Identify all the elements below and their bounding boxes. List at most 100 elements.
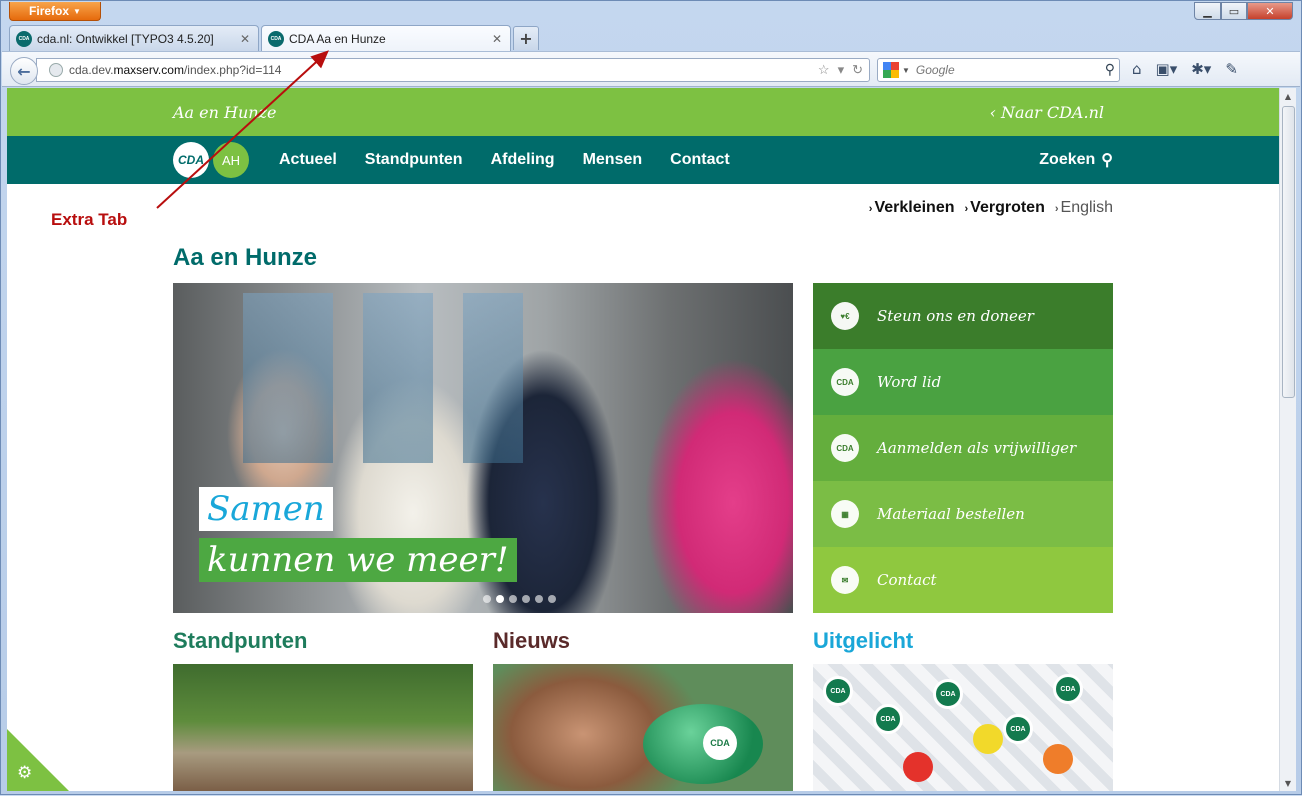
navigation-toolbar: cda.dev. maxserv.com/index.php?id=114 ☆ ▾…	[2, 51, 1300, 87]
search-placeholder: Google	[915, 63, 955, 77]
url-path: /index.php?id=114	[183, 63, 282, 77]
uitgelicht-image[interactable]: CDA CDA CDA CDA CDA	[813, 664, 1113, 791]
action-label: Contact	[877, 571, 937, 589]
addon-icon[interactable]: ✱▾	[1191, 60, 1211, 78]
cda-logo[interactable]: CDA	[173, 142, 209, 178]
history-dropdown-icon[interactable]: ▾	[838, 62, 845, 78]
hero-photo-window	[243, 293, 333, 463]
firefox-menu-button[interactable]: Firefox ▼	[9, 2, 101, 21]
vergroten-label: Vergroten	[970, 199, 1045, 216]
chevron-right-icon: ›	[868, 203, 873, 215]
vertical-scrollbar[interactable]: ▲ ▼	[1279, 88, 1296, 791]
close-tab-icon[interactable]: ✕	[490, 32, 504, 46]
hero-slider[interactable]: Samen kunnen we meer!	[173, 283, 793, 613]
nieuws-image[interactable]: CDA	[493, 664, 793, 791]
hero-caption-line2: kunnen we meer!	[199, 538, 517, 582]
candy-badge: CDA	[823, 676, 853, 706]
annotation-label: Extra Tab	[51, 210, 128, 229]
search-bar[interactable]: ▼ Google ⚲	[877, 58, 1120, 82]
slide-dot[interactable]	[548, 595, 556, 603]
action-contact[interactable]: ✉ Contact	[813, 547, 1113, 613]
slide-dot[interactable]	[535, 595, 543, 603]
scrollbar-thumb[interactable]	[1282, 106, 1295, 398]
piggy-bank: CDA	[643, 704, 763, 784]
bookmark-star-icon[interactable]: ☆	[818, 62, 830, 78]
gear-icon[interactable]: ⚙	[17, 763, 32, 783]
scroll-up-arrow-icon[interactable]: ▲	[1280, 88, 1296, 104]
google-icon	[883, 62, 899, 78]
new-tab-button[interactable]: +	[513, 26, 539, 50]
action-volunteer[interactable]: CDA Aanmelden als vrijwilliger	[813, 415, 1113, 481]
home-icon[interactable]: ⌂	[1132, 60, 1142, 78]
slide-dots	[483, 595, 556, 603]
search-button[interactable]: Zoeken ⚲	[1039, 150, 1113, 170]
rosette-icon: CDA	[831, 434, 859, 462]
hero-photo-window	[363, 293, 433, 463]
section-title-uitgelicht[interactable]: Uitgelicht	[813, 628, 913, 654]
verkleinen-link[interactable]: › Verkleinen	[869, 199, 955, 217]
back-button[interactable]: ←	[10, 57, 38, 85]
search-engine-dropdown-icon[interactable]: ▼	[902, 66, 910, 75]
english-label: English	[1060, 199, 1113, 216]
membership-card-icon: CDA	[831, 368, 859, 396]
tab-label: cda.nl: Ontwikkel [TYPO3 4.5.20]	[37, 31, 214, 46]
nav-actueel[interactable]: Actueel	[279, 151, 337, 169]
slide-dot[interactable]	[483, 595, 491, 603]
tools-icon[interactable]: ✎	[1225, 60, 1238, 78]
magnifier-icon: ⚲	[1101, 152, 1113, 169]
verkleinen-label: Verkleinen	[874, 199, 955, 216]
action-order-material[interactable]: ▦ Materiaal bestellen	[813, 481, 1113, 547]
reload-icon[interactable]: ↻	[852, 62, 863, 78]
nav-afdeling[interactable]: Afdeling	[491, 151, 555, 169]
scroll-down-arrow-icon[interactable]: ▼	[1280, 775, 1296, 791]
close-tab-icon[interactable]: ✕	[238, 32, 252, 46]
slide-dot[interactable]	[522, 595, 530, 603]
candy-badge: CDA	[933, 679, 963, 709]
section-title-standpunten[interactable]: Standpunten	[173, 628, 307, 654]
tab-cda-aa-en-hunze[interactable]: CDA CDA Aa en Hunze ✕	[261, 25, 511, 52]
maximize-button[interactable]: ▭	[1221, 2, 1247, 20]
search-icon[interactable]: ⚲	[1105, 61, 1115, 78]
section-title-nieuws[interactable]: Nieuws	[493, 628, 570, 654]
action-label: Materiaal bestellen	[877, 505, 1025, 523]
nav-mensen[interactable]: Mensen	[583, 151, 643, 169]
standpunten-image[interactable]	[173, 664, 473, 791]
tab-typo3[interactable]: CDA cda.nl: Ontwikkel [TYPO3 4.5.20] ✕	[9, 25, 259, 51]
minimize-button[interactable]: ▁	[1194, 2, 1221, 20]
cda-favicon-icon: CDA	[16, 30, 32, 47]
browser-window: Firefox ▼ ▁ ▭ ✕ CDA cda.nl: Ontwikkel [T…	[0, 0, 1302, 795]
action-donate[interactable]: ♥€ Steun ons en doneer	[813, 283, 1113, 349]
candy-badge: CDA	[1053, 674, 1083, 704]
action-label: Aanmelden als vrijwilliger	[877, 439, 1077, 457]
toolbar-buttons: ⌂ ▣▾ ✱▾ ✎	[1132, 60, 1238, 78]
naar-cda-link[interactable]: ‹ Naar CDA.nl	[990, 103, 1104, 122]
nav-contact[interactable]: Contact	[670, 151, 730, 169]
orange-lollipop	[1043, 744, 1073, 774]
vergroten-link[interactable]: › Vergroten	[964, 199, 1044, 217]
english-link[interactable]: › English	[1055, 199, 1113, 217]
candy-badge: CDA	[1003, 714, 1033, 744]
heart-euro-icon: ♥€	[831, 302, 859, 330]
location-label: Aa en Hunze	[173, 103, 277, 122]
back-arrow-icon: ←	[17, 61, 31, 81]
tab-label: CDA Aa en Hunze	[289, 32, 386, 46]
nav-standpunten[interactable]: Standpunten	[365, 151, 463, 169]
ah-badge[interactable]: AH	[213, 142, 249, 178]
url-bar[interactable]: cda.dev. maxserv.com/index.php?id=114 ☆ ▾…	[36, 58, 870, 82]
slide-dot-active[interactable]	[496, 595, 504, 603]
site-top-band: Aa en Hunze ‹ Naar CDA.nl	[7, 88, 1279, 136]
page-title: Aa en Hunze	[173, 244, 318, 271]
close-window-button[interactable]: ✕	[1247, 2, 1293, 20]
pig-badge: CDA	[703, 726, 737, 760]
chevron-right-icon: ›	[1054, 203, 1059, 215]
bookmarks-menu-icon[interactable]: ▣▾	[1156, 60, 1178, 78]
globe-icon	[49, 63, 63, 77]
action-membership[interactable]: CDA Word lid	[813, 349, 1113, 415]
hero-photo-window	[463, 293, 523, 463]
red-lollipop	[903, 752, 933, 782]
url-domain: maxserv.com	[113, 63, 184, 77]
chevron-right-icon: ›	[964, 203, 969, 215]
slide-dot[interactable]	[509, 595, 517, 603]
action-menu: ♥€ Steun ons en doneer CDA Word lid CDA …	[813, 283, 1113, 613]
plus-icon: +	[519, 29, 533, 48]
